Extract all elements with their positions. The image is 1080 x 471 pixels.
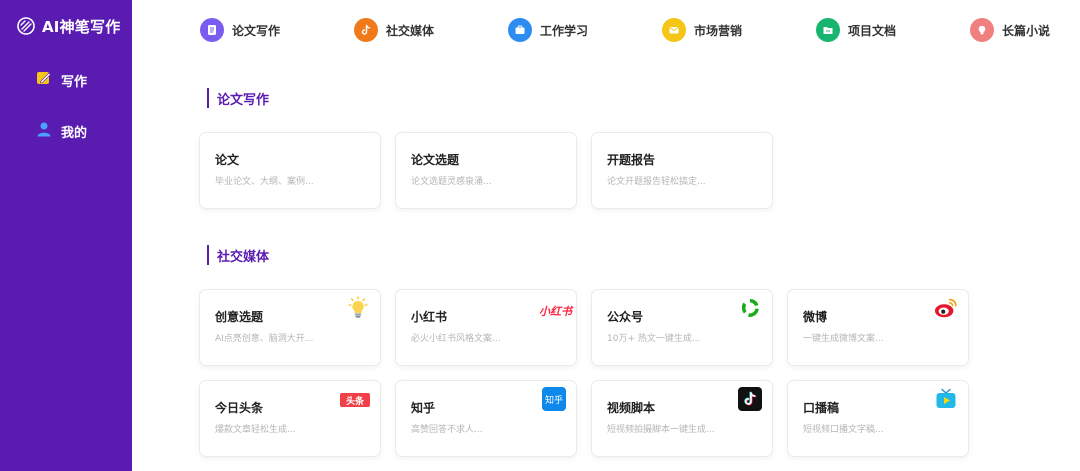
tiktok-icon [738, 387, 762, 411]
weibo-icon [934, 296, 958, 320]
card-desc: 高赞回答不求人... [411, 425, 483, 435]
card-weibo[interactable]: 微博 一键生成微博文案... [787, 289, 969, 366]
card-title: 口播稿 [803, 401, 840, 415]
briefcase-icon [508, 18, 532, 42]
zhihu-logo-icon: 知乎 [542, 387, 566, 411]
category-tab-project[interactable]: 项目文档 [816, 18, 896, 42]
card-video-script[interactable]: 视频脚本 短视频拍摄脚本一键生成... [591, 380, 773, 457]
card-title: 开题报告 [607, 153, 656, 167]
xiaohongshu-logo-icon: 小红书 [539, 305, 572, 318]
card-title: 公众号 [607, 310, 644, 324]
document-icon [200, 18, 224, 42]
card-toutiao[interactable]: 今日头条 爆款文章轻松生成... 头条 [199, 380, 381, 457]
sidebar-item-write[interactable]: 写作 [0, 68, 132, 92]
sidebar-item-mine[interactable]: 我的 [0, 119, 132, 143]
card-desc: 论文开题报告轻松搞定... [607, 177, 706, 187]
category-label: 论文写作 [232, 23, 281, 38]
category-bar: 论文写作 社交媒体 工作学习 市场营销 项目文档 长篇小说 [132, 0, 1080, 62]
logo-icon [16, 16, 36, 36]
card-voiceover-script[interactable]: 口播稿 短视频口播文字稿... [787, 380, 969, 457]
card-zhihu[interactable]: 知乎 高赞回答不求人... 知乎 [395, 380, 577, 457]
card-desc: 短视频拍摄脚本一键生成... [607, 425, 715, 435]
card-xiaohongshu[interactable]: 小红书 必火小红书风格文案... 小红书 [395, 289, 577, 366]
card-title: 微博 [803, 310, 828, 324]
category-label: 长篇小说 [1002, 23, 1051, 38]
card-desc: AI点亮创意、脑洞大开... [215, 334, 314, 344]
card-desc: 一键生成微博文案... [803, 334, 884, 344]
card-title: 今日头条 [215, 401, 264, 415]
lightbulb-icon [346, 296, 370, 320]
card-thesis-topic[interactable]: 论文选题 论文选题灵感泉涌... [395, 132, 577, 209]
sidebar-item-label: 我的 [61, 125, 88, 141]
card-title: 知乎 [411, 401, 436, 415]
card-desc: 爆款文章轻松生成... [215, 425, 296, 435]
card-official-account[interactable]: 公众号 10万+ 热文一键生成... [591, 289, 773, 366]
app-title: AI神笔写作 [42, 17, 121, 36]
user-icon [36, 121, 52, 141]
category-label: 社交媒体 [386, 23, 435, 38]
section-title-thesis: 论文写作 [207, 88, 269, 108]
card-desc: 10万+ 热文一键生成... [607, 334, 701, 344]
card-proposal-report[interactable]: 开题报告 论文开题报告轻松搞定... [591, 132, 773, 209]
category-tab-novel[interactable]: 长篇小说 [970, 18, 1050, 42]
wechat-official-account-icon [738, 296, 762, 320]
card-thesis[interactable]: 论文 毕业论文、大纲、案例... [199, 132, 381, 209]
section-accent-bar [207, 88, 209, 108]
sidebar-nav: 写作 我的 [0, 68, 132, 143]
card-creative-topic[interactable]: 创意选题 AI点亮创意、脑洞大开... [199, 289, 381, 366]
folder-icon [816, 18, 840, 42]
card-desc: 短视频口播文字稿... [803, 425, 884, 435]
category-label: 市场营销 [694, 23, 743, 38]
section-title-text: 社交媒体 [217, 249, 270, 265]
card-title: 论文选题 [411, 153, 460, 167]
lightbulb-icon [970, 18, 994, 42]
sidebar-item-label: 写作 [61, 74, 88, 90]
toutiao-logo-icon: 头条 [340, 393, 370, 407]
card-desc: 必火小红书风格文案... [411, 334, 501, 344]
video-play-icon [934, 387, 958, 411]
section-title-social: 社交媒体 [207, 245, 269, 265]
card-desc: 论文选题灵感泉涌... [411, 177, 492, 187]
category-tab-marketing[interactable]: 市场营销 [662, 18, 742, 42]
category-tab-work[interactable]: 工作学习 [508, 18, 588, 42]
category-tab-social[interactable]: 社交媒体 [354, 18, 434, 42]
category-label: 工作学习 [540, 23, 589, 38]
card-title: 论文 [215, 153, 240, 167]
mail-icon [662, 18, 686, 42]
card-title: 视频脚本 [607, 401, 656, 415]
sidebar: AI神笔写作 写作 我的 [0, 0, 132, 471]
tiktok-icon [354, 18, 378, 42]
section-title-text: 论文写作 [217, 92, 270, 108]
card-title: 创意选题 [215, 310, 264, 324]
section-accent-bar [207, 245, 209, 265]
card-title: 小红书 [411, 310, 448, 324]
category-tab-thesis[interactable]: 论文写作 [200, 18, 280, 42]
card-desc: 毕业论文、大纲、案例... [215, 177, 314, 187]
pencil-note-icon [36, 70, 52, 90]
app-logo[interactable]: AI神笔写作 [0, 0, 132, 40]
category-label: 项目文档 [848, 23, 897, 38]
